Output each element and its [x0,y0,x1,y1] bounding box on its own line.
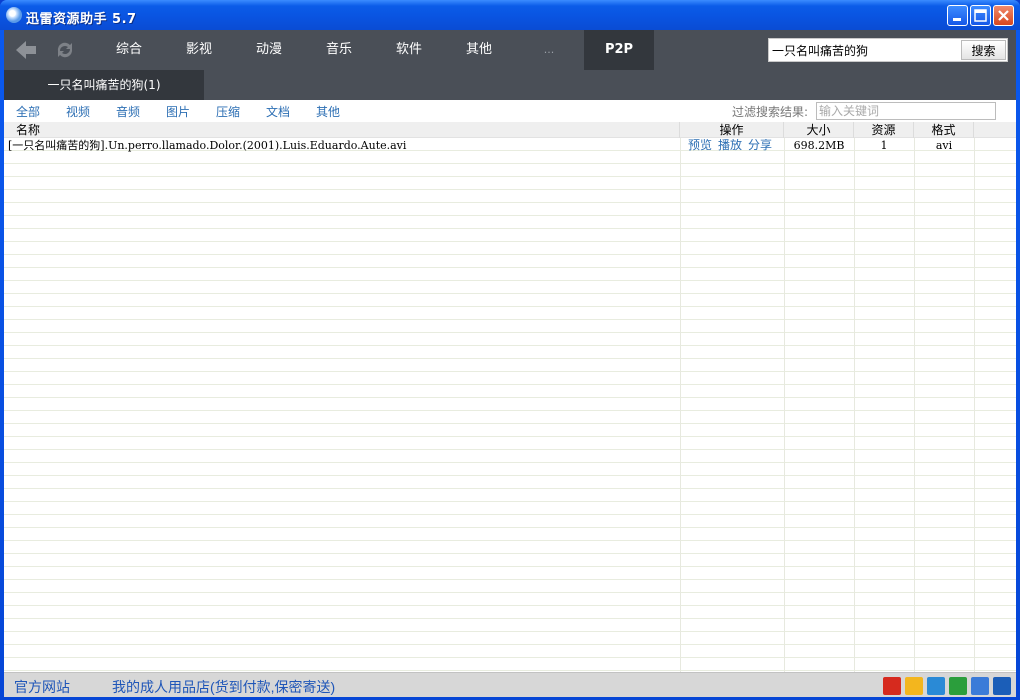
file-size: 698.2MB [793,139,845,152]
close-button[interactable] [993,5,1014,26]
renren-icon[interactable] [993,677,1011,695]
tab-search-result[interactable]: 一只名叫痛苦的狗(1) [4,70,204,100]
column-header-ops: 操作 [680,122,784,138]
column-divider [974,138,975,672]
top-navigation: 综合 影视 动漫 音乐 软件 其他 ... P2P 搜索 [4,30,1016,70]
weibo-icon[interactable] [883,677,901,695]
close-icon [998,10,1009,21]
filter-tab-archive[interactable]: 压缩 [216,103,240,120]
tieba-icon[interactable] [971,677,989,695]
title-bar[interactable]: 迅雷资源助手 5.7 [0,0,1020,30]
column-header-name[interactable]: 名称 [4,122,680,138]
table-row[interactable]: [一只名叫痛苦的狗].Un.perro.llamado.Dolor.(2001)… [4,139,1016,152]
table-header: 名称 操作 大小 资源 格式 [4,122,1016,138]
column-header-size[interactable]: 大小 [784,122,854,138]
app-search-icon [6,7,22,23]
nav-item-anime[interactable]: 动漫 [234,30,304,70]
client-area: 综合 影视 动漫 音乐 软件 其他 ... P2P 搜索 一只名叫痛苦的狗(1)… [4,30,1016,697]
table-body [4,138,1016,672]
back-arrow-icon[interactable] [14,40,38,60]
search-button[interactable]: 搜索 [961,40,1006,60]
maximize-button[interactable] [970,5,991,26]
nav-item-other[interactable]: 其他 [444,30,514,70]
qzone-icon[interactable] [905,677,923,695]
column-divider [680,138,681,672]
nav-item-p2p[interactable]: P2P [584,30,654,70]
column-header-format[interactable]: 格式 [914,122,974,138]
play-link[interactable]: 播放 [718,139,742,152]
maximize-icon [974,9,987,22]
minimize-button[interactable] [947,5,968,26]
window-title: 迅雷资源助手 5.7 [26,12,137,27]
filter-label: 过滤搜索结果: [732,105,809,119]
nav-item-movies[interactable]: 影视 [164,30,234,70]
refresh-icon[interactable] [54,39,76,61]
file-format: avi [935,139,953,152]
column-divider [914,138,915,672]
filter-bar: 全部 视频 音频 图片 压缩 文档 其他 过滤搜索结果: [4,100,1016,122]
nav-item-music[interactable]: 音乐 [304,30,374,70]
file-name[interactable]: [一只名叫痛苦的狗].Un.perro.llamado.Dolor.(2001)… [8,139,678,152]
nav-item-software[interactable]: 软件 [374,30,444,70]
filter-tab-video[interactable]: 视频 [66,103,90,120]
filter-tab-other[interactable]: 其他 [316,103,340,120]
preview-link[interactable]: 预览 [688,139,712,152]
share-link[interactable]: 分享 [748,139,772,152]
douban-icon[interactable] [949,677,967,695]
search-box: 搜索 [768,38,1008,62]
column-header-sources[interactable]: 资源 [854,122,914,138]
nav-item-more[interactable]: ... [514,30,584,70]
filter-tab-all[interactable]: 全部 [16,103,40,120]
filter-tab-document[interactable]: 文档 [266,103,290,120]
status-bar: 官方网站 我的成人用品店(货到付款,保密寄送) [4,672,1016,697]
filter-tab-audio[interactable]: 音频 [116,103,140,120]
ad-link[interactable]: 我的成人用品店(货到付款,保密寄送) [112,677,335,697]
official-site-link[interactable]: 官方网站 [14,677,70,697]
filter-keyword-input[interactable] [816,102,996,120]
results-table: 名称 操作 大小 资源 格式 [一只名叫痛苦的狗].Un.perro.llama… [4,122,1016,672]
column-divider [784,138,785,672]
row-actions: 预览 播放 分享 [688,139,784,152]
pengyou-icon[interactable] [927,677,945,695]
results-tabstrip: 一只名叫痛苦的狗(1) [4,70,1016,100]
source-count: 1 [880,139,888,152]
app-window: 迅雷资源助手 5.7 综合 影视 动漫 音乐 软件 其他 ... P2P 一只名… [0,0,1020,700]
filter-tab-image[interactable]: 图片 [166,103,190,120]
minimize-icon [953,18,961,21]
nav-item-general[interactable]: 综合 [94,30,164,70]
search-input[interactable] [769,39,959,61]
column-divider [854,138,855,672]
